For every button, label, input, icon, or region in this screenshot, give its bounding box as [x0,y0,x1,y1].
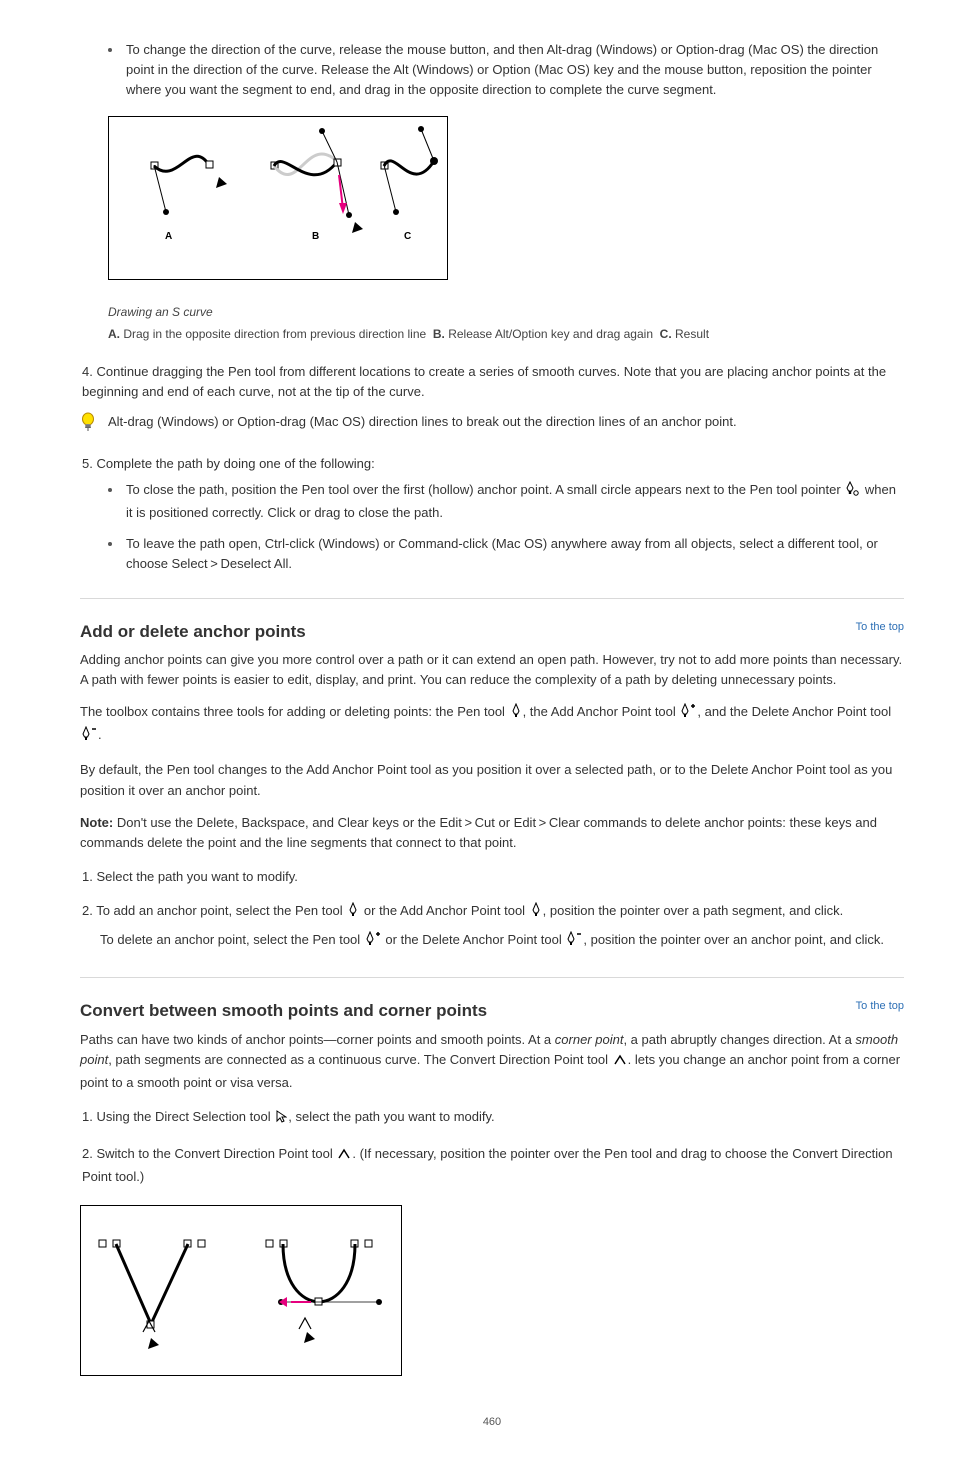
sec2-step1-text: Using the Direct Selection tool , select… [96,1109,494,1124]
step3-bullet-break-direction: To change the direction of the curve, re… [108,40,904,100]
section1-para2: By default, the Pen tool changes to the … [80,760,904,800]
figure-s-curve: A B C [108,116,448,280]
pen-tool-icon [347,902,359,924]
section1-note: Note: Don't use the Delete, Backspace, a… [80,813,904,853]
bullet-open-path: To leave the path open, Ctrl-click (Wind… [108,534,904,574]
sec1-step2: 2. To add an anchor point, select the Pe… [82,901,904,924]
sec1-step2-text: To add an anchor point, select the Pen t… [96,903,843,918]
page-number: 460 [80,1414,904,1431]
delete-anchor-point-icon [81,726,97,748]
step-4: 4. Continue dragging the Pen tool from d… [82,362,904,402]
figure-convert-points [80,1205,402,1375]
sec2-step2-text: Switch to the Convert Direction Point to… [82,1146,893,1184]
lightbulb-icon [80,412,96,434]
figure1-caption: Drawing an S curve [108,303,904,322]
sec1-step2-or: To delete an anchor point, select the Pe… [100,930,904,953]
step4-text: Continue dragging the Pen tool from diff… [82,364,886,399]
sec2-step1: 1. Using the Direct Selection tool , sel… [82,1107,904,1130]
pen-close-icon [845,481,860,503]
convert-point-icon [337,1147,351,1167]
svg-text:C: C [404,231,411,242]
bullet-row: To change the direction of the curve, re… [108,40,904,100]
figure-convert-svg [81,1206,401,1368]
note-label: Note: [80,815,113,830]
bullet-open-text: To leave the path open, Ctrl-click (Wind… [126,534,904,574]
section1-header-row: Add or delete anchor points To the top [80,619,904,650]
section1-para1b: The toolbox contains three tools for add… [80,702,904,748]
section2-header-row: Convert between smooth points and corner… [80,998,904,1029]
fig1-c-text: Result [675,327,709,341]
tip-row: Alt-drag (Windows) or Option-drag (Mac O… [80,412,904,440]
bullet-dot-icon [108,542,112,546]
sec1-step1: 1. Select the path you want to modify. [82,867,904,887]
bullet-close-path: To close the path, position the Pen tool… [108,480,904,523]
section2-para1: Paths can have two kinds of anchor point… [80,1030,904,1093]
sec1-step1-text: Select the path you want to modify. [96,869,297,884]
svg-text:B: B [312,231,319,242]
section1-para1a: Adding anchor points can give you more c… [80,650,904,690]
pen-tool-icon [510,703,522,725]
sec2-step2: 2. Switch to the Convert Direction Point… [82,1144,904,1187]
delete-anchor-point-icon [566,931,582,953]
to-top-link[interactable]: To the top [856,619,904,636]
svg-text:A: A [165,231,172,242]
add-anchor-point-icon [365,931,381,953]
step5-intro: Complete the path by doing one of the fo… [96,456,374,471]
step-5: 5. Complete the path by doing one of the… [82,454,904,474]
section2-title: Convert between smooth points and corner… [80,998,487,1024]
pen-tool-icon [530,902,542,924]
fig1-a-text: Drag in the opposite direction from prev… [123,327,426,341]
bullet-dot-icon [108,488,112,492]
add-anchor-point-icon [680,703,696,725]
figure1-caption-detail: A. Drag in the opposite direction from p… [108,325,904,344]
bullet-close-text: To close the path, position the Pen tool… [126,480,904,523]
fig1-b-text: Release Alt/Option key and drag again [448,327,653,341]
convert-point-icon [613,1053,627,1073]
note-body: Don't use the Delete, Backspace, and Cle… [80,815,877,850]
step5-bullets: To close the path, position the Pen tool… [108,480,904,574]
section1-title: Add or delete anchor points [80,619,306,645]
tip-text: Alt-drag (Windows) or Option-drag (Mac O… [108,412,904,432]
figure-s-curve-svg: A B C [109,117,447,279]
bullet-text: To change the direction of the curve, re… [126,40,904,100]
bullet-dot-icon [108,48,112,52]
section-divider [80,598,904,599]
direct-selection-icon [275,1110,287,1130]
to-top-link[interactable]: To the top [856,998,904,1015]
section-divider [80,977,904,978]
